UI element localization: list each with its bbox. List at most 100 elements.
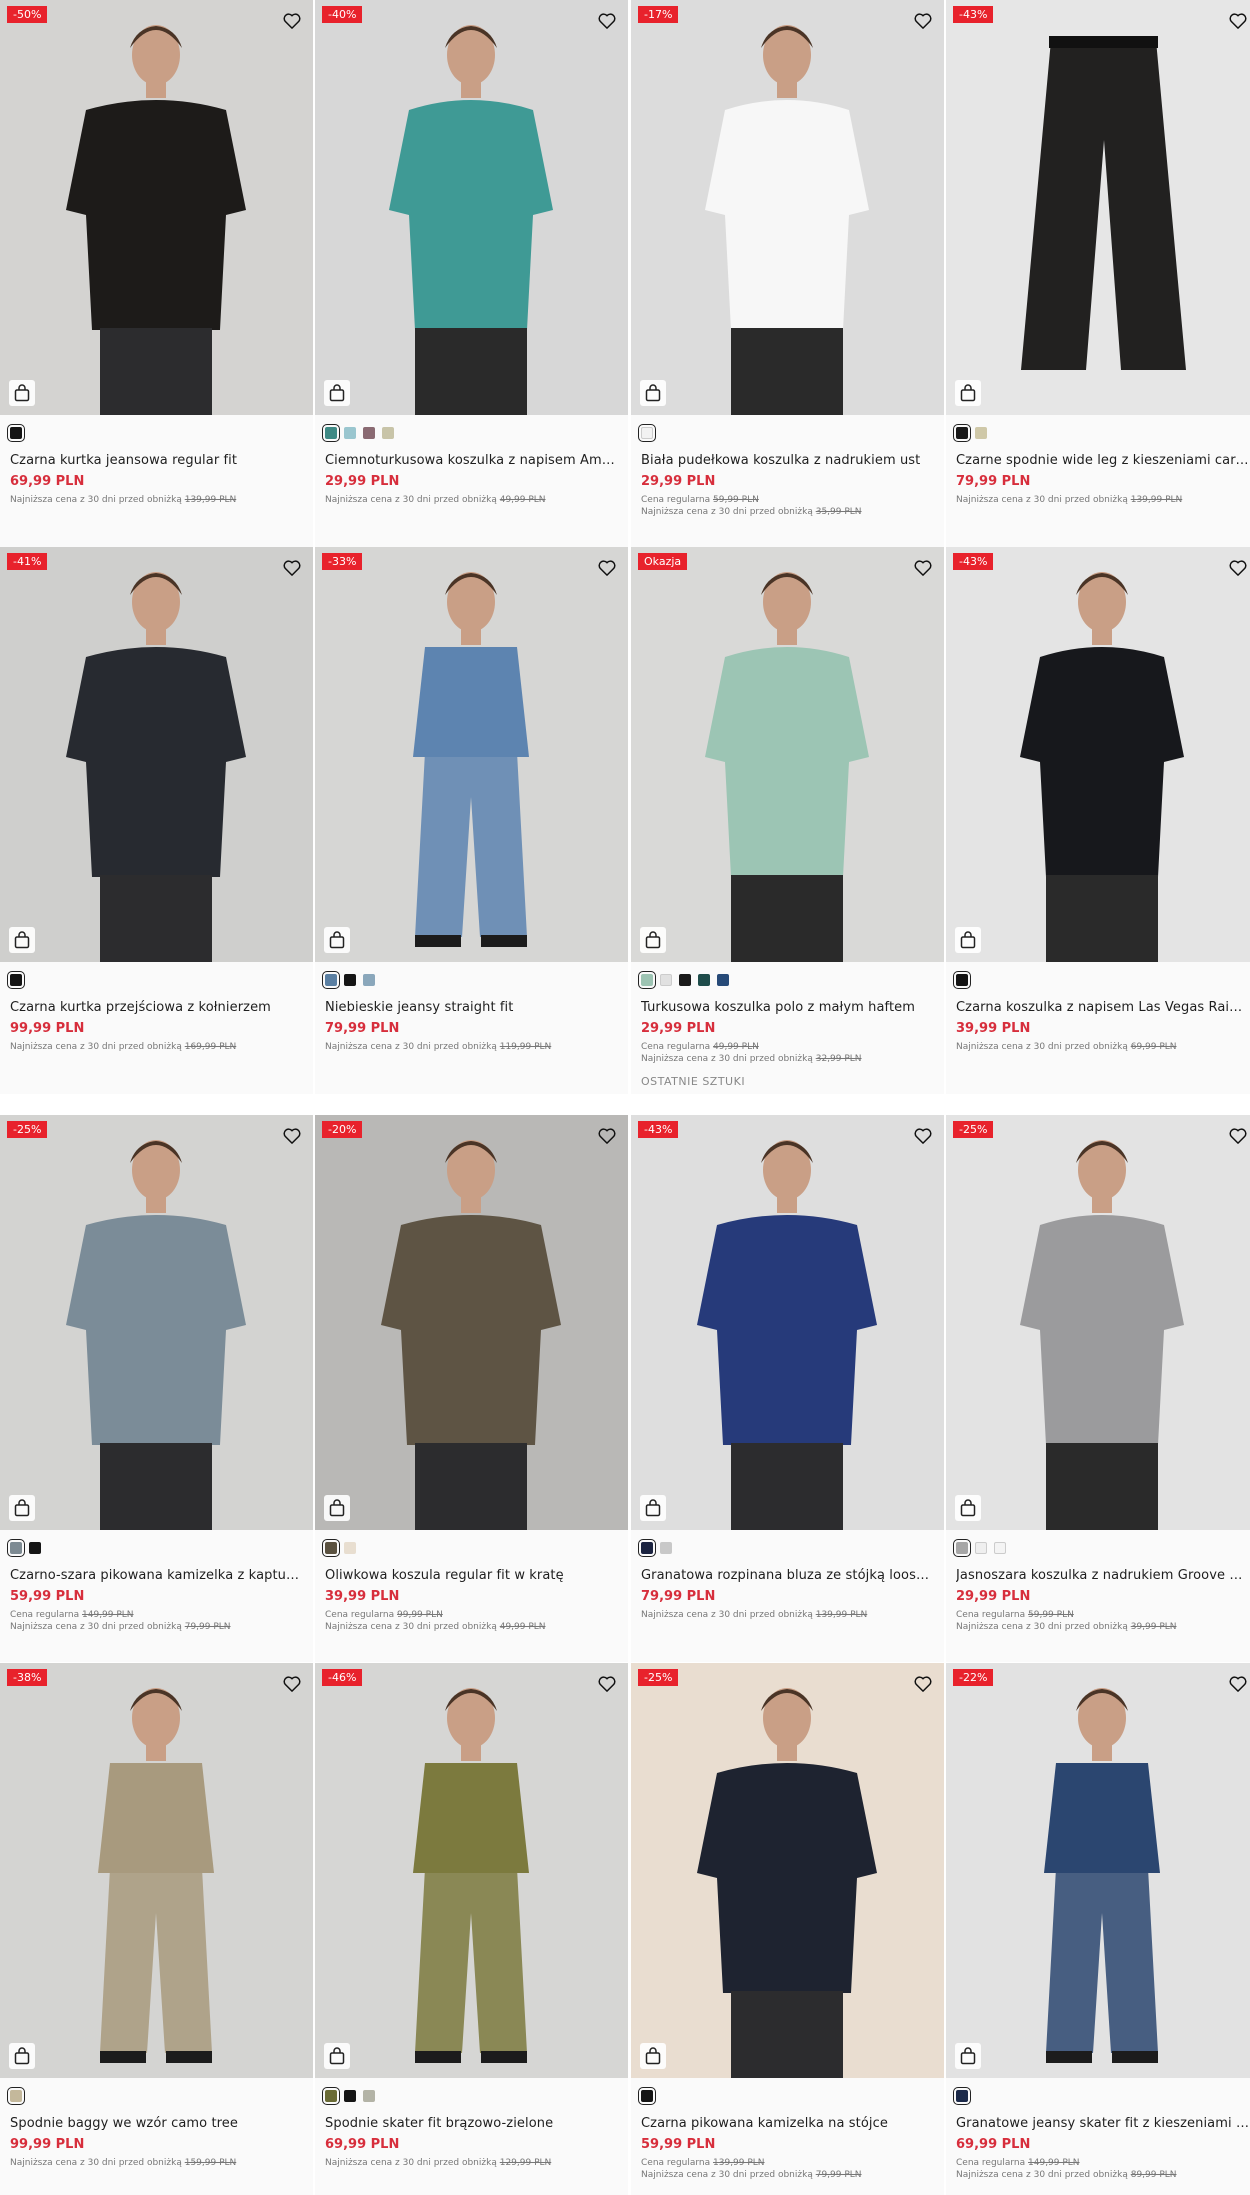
product-name[interactable]: Spodnie skater fit brązowo-zielone [325, 2116, 618, 2131]
product-name[interactable]: Czarna pikowana kamizelka na stójce [641, 2116, 934, 2131]
color-swatch[interactable] [660, 1542, 672, 1554]
product-card[interactable]: -25% Czarno-szara pikowana kamizelka z ka… [0, 1115, 313, 1662]
product-image[interactable]: -40% [315, 0, 628, 415]
product-name[interactable]: Oliwkowa koszula regular fit w kratę [325, 1568, 618, 1583]
color-swatch[interactable] [344, 427, 356, 439]
color-swatch[interactable] [322, 424, 340, 442]
product-name[interactable]: Czarna kurtka jeansowa regular fit [10, 453, 303, 468]
heart-icon[interactable] [596, 10, 618, 32]
product-card[interactable]: -43% Czarna koszulka z napisem Las Vegas … [946, 547, 1250, 1094]
color-swatch[interactable] [382, 427, 394, 439]
heart-icon[interactable] [1227, 557, 1249, 579]
shopping-bag-icon[interactable] [955, 2043, 981, 2069]
color-swatch[interactable] [7, 1539, 25, 1557]
product-card[interactable]: -38% Spodnie baggy we wzór camo tree 99,99… [0, 1663, 313, 2195]
heart-icon[interactable] [596, 557, 618, 579]
color-swatch[interactable] [7, 424, 25, 442]
product-card[interactable]: Okazja Turkusowa koszulka polo z małym ha… [631, 547, 944, 1094]
color-swatch[interactable] [638, 424, 656, 442]
heart-icon[interactable] [1227, 1673, 1249, 1695]
color-swatch[interactable] [638, 971, 656, 989]
shopping-bag-icon[interactable] [9, 380, 35, 406]
color-swatch[interactable] [994, 1542, 1006, 1554]
product-card[interactable]: -43% Granatowa rozpinana bluza ze stójką … [631, 1115, 944, 1662]
heart-icon[interactable] [281, 1673, 303, 1695]
color-swatch[interactable] [363, 2090, 375, 2102]
heart-icon[interactable] [912, 557, 934, 579]
color-swatch[interactable] [953, 2087, 971, 2105]
product-image[interactable]: -43% [631, 1115, 944, 1530]
shopping-bag-icon[interactable] [955, 380, 981, 406]
heart-icon[interactable] [281, 10, 303, 32]
product-card[interactable]: -43% Czarne spodnie wide leg z kieszeniam… [946, 0, 1250, 547]
product-name[interactable]: Czarno-szara pikowana kamizelka z kaptur… [10, 1568, 303, 1583]
product-card[interactable]: -50% Czarna kurtka jeansowa regular fit 69… [0, 0, 313, 547]
heart-icon[interactable] [1227, 10, 1249, 32]
color-swatch[interactable] [344, 2090, 356, 2102]
shopping-bag-icon[interactable] [640, 1495, 666, 1521]
heart-icon[interactable] [912, 1673, 934, 1695]
product-card[interactable]: -17% Biała pudełkowa koszulka z nadrukiem… [631, 0, 944, 547]
product-name[interactable]: Granatowa rozpinana bluza ze stójką loos… [641, 1568, 934, 1583]
product-card[interactable]: -46% Spodnie skater fit brązowo-zielone 69… [315, 1663, 628, 2195]
color-swatch[interactable] [7, 2087, 25, 2105]
product-image[interactable]: -38% [0, 1663, 313, 2078]
product-name[interactable]: Czarne spodnie wide leg z kieszeniami ca… [956, 453, 1249, 468]
shopping-bag-icon[interactable] [955, 1495, 981, 1521]
color-swatch[interactable] [638, 2087, 656, 2105]
product-image[interactable]: -46% [315, 1663, 628, 2078]
product-card[interactable]: -25% Czarna pikowana kamizelka na stójce 5… [631, 1663, 944, 2195]
product-image[interactable]: -25% [0, 1115, 313, 1530]
product-image[interactable]: -33% [315, 547, 628, 962]
shopping-bag-icon[interactable] [9, 1495, 35, 1521]
product-card[interactable]: -22% Granatowe jeansy skater fit z kiesze… [946, 1663, 1250, 2195]
color-swatch[interactable] [322, 2087, 340, 2105]
color-swatch[interactable] [29, 1542, 41, 1554]
product-name[interactable]: Ciemnoturkusowa koszulka z napisem Amalf… [325, 453, 618, 468]
color-swatch[interactable] [953, 1539, 971, 1557]
shopping-bag-icon[interactable] [640, 2043, 666, 2069]
heart-icon[interactable] [596, 1125, 618, 1147]
product-image[interactable]: -20% [315, 1115, 628, 1530]
product-name[interactable]: Jasnoszara koszulka z nadrukiem Groove H… [956, 1568, 1249, 1583]
color-swatch[interactable] [660, 974, 672, 986]
color-swatch[interactable] [322, 1539, 340, 1557]
product-image[interactable]: -50% [0, 0, 313, 415]
shopping-bag-icon[interactable] [9, 2043, 35, 2069]
heart-icon[interactable] [596, 1673, 618, 1695]
product-image[interactable]: -43% [946, 547, 1250, 962]
color-swatch[interactable] [363, 974, 375, 986]
product-image[interactable]: -25% [946, 1115, 1250, 1530]
shopping-bag-icon[interactable] [324, 2043, 350, 2069]
color-swatch[interactable] [698, 974, 710, 986]
color-swatch[interactable] [975, 427, 987, 439]
color-swatch[interactable] [363, 427, 375, 439]
heart-icon[interactable] [1227, 1125, 1249, 1147]
product-card[interactable]: -41% Czarna kurtka przejściowa z kołnierz… [0, 547, 313, 1094]
color-swatch[interactable] [638, 1539, 656, 1557]
color-swatch[interactable] [953, 424, 971, 442]
shopping-bag-icon[interactable] [324, 927, 350, 953]
product-image[interactable]: Okazja [631, 547, 944, 962]
product-image[interactable]: -41% [0, 547, 313, 962]
color-swatch[interactable] [953, 971, 971, 989]
color-swatch[interactable] [322, 971, 340, 989]
color-swatch[interactable] [344, 974, 356, 986]
heart-icon[interactable] [281, 1125, 303, 1147]
color-swatch[interactable] [975, 1542, 987, 1554]
product-card[interactable]: -20% Oliwkowa koszula regular fit w kratę… [315, 1115, 628, 1662]
shopping-bag-icon[interactable] [955, 927, 981, 953]
product-name[interactable]: Spodnie baggy we wzór camo tree [10, 2116, 303, 2131]
shopping-bag-icon[interactable] [640, 927, 666, 953]
product-name[interactable]: Granatowe jeansy skater fit z kieszeniam… [956, 2116, 1249, 2131]
color-swatch[interactable] [679, 974, 691, 986]
color-swatch[interactable] [717, 974, 729, 986]
product-name[interactable]: Czarna kurtka przejściowa z kołnierzem [10, 1000, 303, 1015]
product-name[interactable]: Czarna koszulka z napisem Las Vegas Raid… [956, 1000, 1249, 1015]
product-card[interactable]: -40% Ciemnoturkusowa koszulka z napisem A… [315, 0, 628, 547]
heart-icon[interactable] [912, 1125, 934, 1147]
product-card[interactable]: -25% Jasnoszara koszulka z nadrukiem Groo… [946, 1115, 1250, 1662]
product-image[interactable]: -25% [631, 1663, 944, 2078]
shopping-bag-icon[interactable] [9, 927, 35, 953]
product-card[interactable]: -33% Niebieskie jeansy straight fit 79,99 … [315, 547, 628, 1094]
